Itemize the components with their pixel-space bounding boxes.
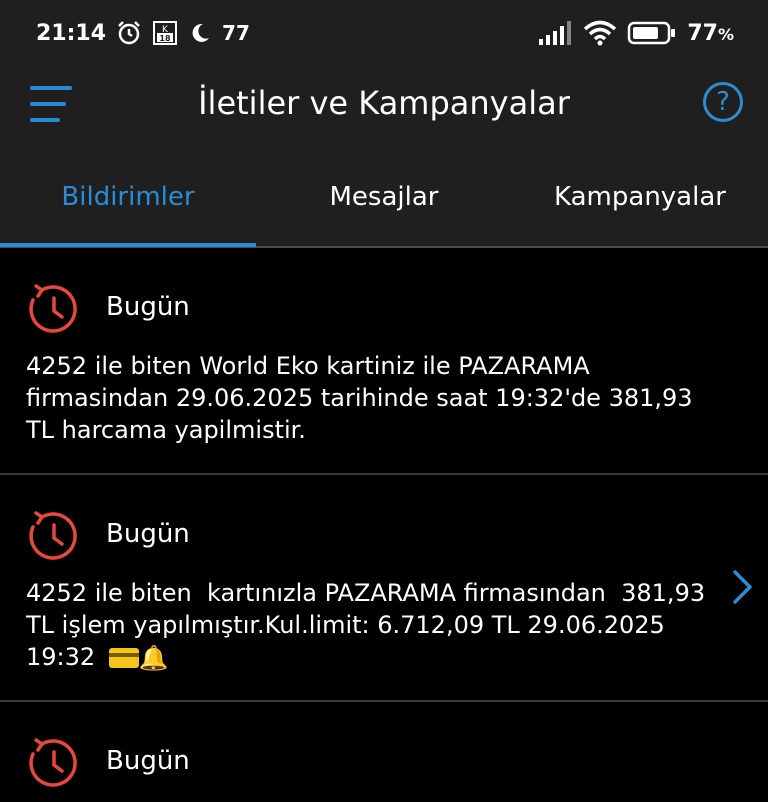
battery-percent-value: 77 — [687, 20, 718, 46]
notification-date: Bugün — [106, 746, 190, 776]
wifi-icon — [584, 20, 617, 46]
app-header: İletiler ve Kampanyalar ? — [0, 66, 768, 148]
battery-level: 77% — [687, 21, 734, 46]
clock-history-icon — [29, 738, 77, 787]
status-left: 21:14 K 18 77 — [36, 20, 250, 46]
notification-date: Bugün — [106, 519, 190, 549]
status-right: 77% — [539, 20, 734, 46]
credit-card-emoji-icon — [108, 648, 139, 668]
alarm-icon — [118, 21, 140, 45]
age-rating-icon: K 18 — [153, 21, 178, 45]
help-icon[interactable]: ? — [703, 82, 743, 122]
notification-count: 77 — [222, 21, 250, 45]
clock-history-icon — [29, 511, 77, 560]
notification-text: 4252 ile biten World Eko kartiniz ile PA… — [26, 352, 701, 444]
tab-bar: Bildirimler Mesajlar Kampanyalar — [0, 148, 768, 248]
chevron-right-icon[interactable] — [730, 567, 756, 607]
page-title: İletiler ve Kampanyalar — [198, 84, 570, 122]
notification-date: Bugün — [106, 292, 190, 322]
notification-text-wrapper: 4252 ile biten kartınızla PAZARAMA firma… — [26, 577, 716, 674]
active-tab-indicator — [0, 243, 256, 247]
notification-item[interactable]: Bugün 4252 ile biten kartınızla PAZARAMA… — [0, 475, 768, 702]
notification-item[interactable]: Bugün 4252 ile biten World Eko kartiniz … — [0, 248, 768, 475]
tab-bildirimler[interactable]: Bildirimler — [0, 148, 256, 246]
battery-icon — [628, 21, 676, 45]
status-time: 21:14 — [36, 20, 107, 46]
signal-icon — [539, 21, 572, 45]
notification-item[interactable]: Bugün — [0, 702, 768, 802]
battery-percent-unit: % — [717, 24, 734, 44]
tab-kampanyalar[interactable]: Kampanyalar — [512, 148, 768, 246]
moon-icon — [192, 23, 210, 42]
status-bar: 21:14 K 18 77 77% — [0, 0, 768, 66]
svg-text:18: 18 — [159, 34, 171, 43]
bell-emoji-icon: 🔔 — [138, 644, 169, 672]
tab-mesajlar[interactable]: Mesajlar — [256, 148, 512, 246]
notification-list: Bugün 4252 ile biten World Eko kartiniz … — [0, 248, 768, 802]
clock-history-icon — [29, 284, 77, 333]
